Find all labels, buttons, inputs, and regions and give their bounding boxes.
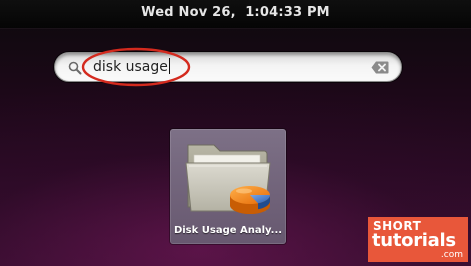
app-result-disk-usage-analyzer[interactable]: Disk Usage Analy... [170,129,286,244]
clear-icon[interactable] [371,61,389,74]
watermark-logo: SHORT tutorials .com [368,217,468,262]
clock[interactable]: Wed Nov 26, 1:04:33 PM [0,5,471,20]
app-label: Disk Usage Analy... [173,225,283,236]
search-icon [68,61,82,75]
watermark-line-tutorials: tutorials [372,230,456,251]
text-caret [168,58,170,74]
search-query[interactable]: disk usage [93,58,170,76]
top-panel: Wed Nov 26, 1:04:33 PM [0,0,471,28]
folder-pie-chart-icon [185,144,271,214]
search-input[interactable]: disk usage [54,52,402,82]
watermark-line-com: .com [440,250,463,260]
desktop-background: Wed Nov 26, 1:04:33 PM disk usage Disk U… [0,0,471,266]
